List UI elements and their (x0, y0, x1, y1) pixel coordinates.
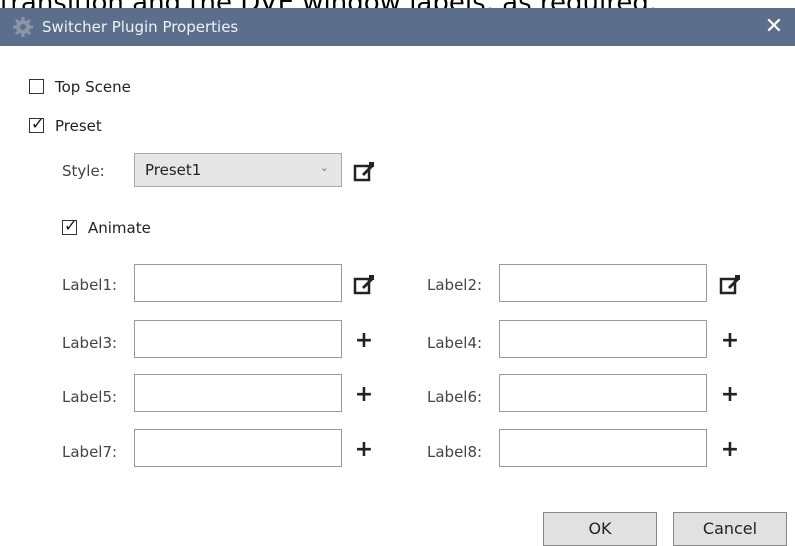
switcher-plugin-properties-dialog: Switcher Plugin Properties ✕ Top Scene ✓… (0, 8, 795, 546)
label6-field[interactable] (499, 374, 707, 412)
check-icon: ✓ (64, 216, 78, 235)
close-icon[interactable]: ✕ (759, 12, 789, 42)
style-dropdown[interactable]: Preset1 ⌄ (134, 153, 342, 187)
label5-field[interactable] (134, 374, 342, 412)
label3-label: Label3: (62, 334, 118, 352)
label4-field[interactable] (499, 320, 707, 358)
label2-field[interactable] (499, 264, 707, 302)
gear-icon (13, 17, 33, 37)
chevron-down-icon: ⌄ (319, 161, 329, 174)
animate-checkbox[interactable]: ✓ (62, 216, 78, 235)
label6-label: Label6: (427, 388, 483, 406)
top-scene-label: Top Scene (55, 78, 131, 96)
label3-field[interactable] (134, 320, 342, 358)
dialog-title: Switcher Plugin Properties (42, 18, 239, 36)
plus-icon[interactable]: + (354, 439, 374, 461)
plus-icon[interactable]: + (720, 330, 740, 352)
cancel-button[interactable]: Cancel (673, 512, 787, 546)
style-label: Style: (62, 162, 105, 180)
plus-icon[interactable]: + (354, 384, 374, 406)
preset-label: Preset (55, 117, 102, 135)
label4-label: Label4: (427, 334, 483, 352)
plus-icon[interactable]: + (720, 384, 740, 406)
label5-label: Label5: (62, 388, 118, 406)
edit-icon[interactable] (718, 273, 742, 297)
label8-field[interactable] (499, 429, 707, 467)
title-bar: Switcher Plugin Properties ✕ (0, 8, 795, 46)
check-icon: ✓ (31, 114, 45, 133)
label7-field[interactable] (134, 429, 342, 467)
label8-label: Label8: (427, 443, 483, 461)
plus-icon[interactable]: + (354, 330, 374, 352)
style-dropdown-value: Preset1 (145, 161, 202, 179)
label7-label: Label7: (62, 443, 118, 461)
animate-label: Animate (88, 219, 151, 237)
edit-icon[interactable] (352, 273, 376, 297)
ok-button[interactable]: OK (543, 512, 657, 546)
top-scene-checkbox[interactable] (29, 79, 44, 94)
edit-style-icon[interactable] (352, 160, 376, 184)
plus-icon[interactable]: + (720, 439, 740, 461)
preset-checkbox[interactable]: ✓ (29, 114, 45, 133)
label2-label: Label2: (427, 276, 483, 294)
label1-label: Label1: (62, 276, 118, 294)
label1-field[interactable] (134, 264, 342, 302)
